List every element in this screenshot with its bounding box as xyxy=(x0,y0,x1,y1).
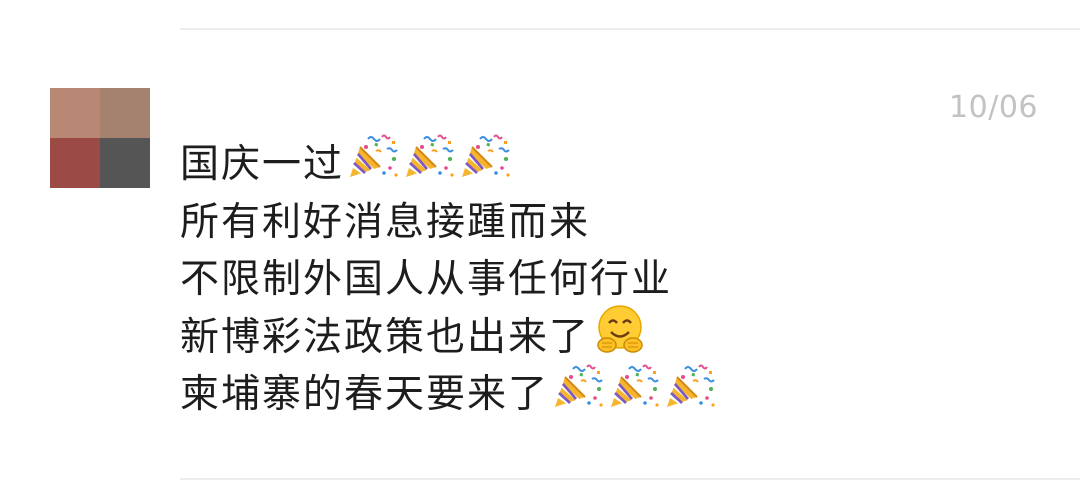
message-line-text: 新博彩法政策也出来了 xyxy=(180,314,591,360)
bottom-divider xyxy=(180,478,1080,480)
party-popper-icon xyxy=(663,363,717,411)
emoji-group xyxy=(344,133,512,198)
message-timestamp: 10/06 xyxy=(949,90,1038,125)
emoji-group xyxy=(590,303,646,372)
avatar[interactable] xyxy=(50,88,150,188)
hugging-face-icon xyxy=(594,303,646,355)
party-popper-icon xyxy=(607,363,661,411)
message-line-text: 柬埔寨的春天要来了 xyxy=(180,372,550,417)
message-line-text: 国庆一过 xyxy=(180,142,345,187)
party-popper-icon xyxy=(551,363,605,411)
message-line: 所有利好消息接踵而来 xyxy=(180,194,1040,252)
avatar-pixel xyxy=(50,138,100,188)
message-line-text: 不限制外国人从事任何行业 xyxy=(180,257,673,302)
avatar-pixel xyxy=(100,88,150,138)
party-popper-icon xyxy=(346,133,400,181)
message-line: 国庆一过 xyxy=(180,136,1040,194)
party-popper-icon xyxy=(458,133,512,181)
avatar-pixel xyxy=(50,88,100,138)
message-line-text: 所有利好消息接踵而来 xyxy=(180,199,591,245)
message-line: 柬埔寨的春天要来了 xyxy=(180,366,1040,424)
top-divider xyxy=(180,28,1080,30)
message-line: 不限制外国人从事任何行业 xyxy=(180,251,1040,309)
message-body: 国庆一过 所有利好消息接踵而来 不限制外国人从事任何行业 新博彩法政策也出来了 … xyxy=(180,136,1040,424)
message-line: 新博彩法政策也出来了 xyxy=(180,309,1040,367)
emoji-group xyxy=(549,363,717,428)
party-popper-icon xyxy=(402,133,456,181)
avatar-pixel xyxy=(100,138,150,188)
